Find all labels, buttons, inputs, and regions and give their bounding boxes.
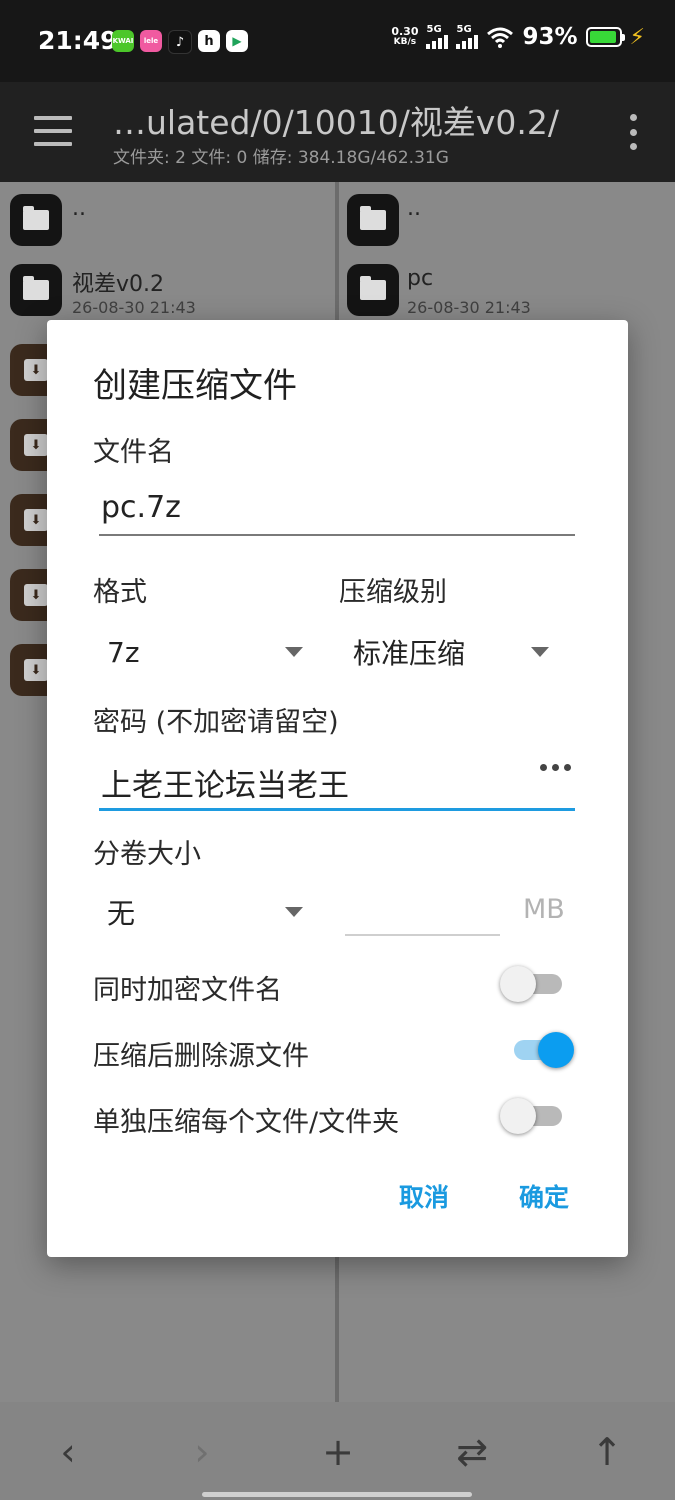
password-label: 密码 (不加密请留空) [93,707,339,738]
delete-source-label: 压缩后删除源文件 [93,1041,309,1072]
separate-archives-label: 单独压缩每个文件/文件夹 [93,1107,400,1138]
dropdown-arrow-icon [285,647,303,657]
signal-icon-2: 5G [456,25,479,49]
dropdown-arrow-icon [531,647,549,657]
list-item[interactable]: .. [0,182,335,252]
volume-size-dropdown[interactable]: 无 [107,886,303,938]
charging-icon: ⚡ [629,24,645,50]
add-button[interactable]: + [308,1424,368,1480]
back-button[interactable]: ‹ [38,1424,98,1480]
compression-level-dropdown[interactable]: 标准压缩 [353,626,549,678]
network-speed: 0.30 KB/s [391,25,419,47]
create-archive-dialog: 创建压缩文件 文件名 格式 压缩级别 7z 标准压缩 密码 (不加密请留空) 上… [47,320,628,1257]
format-label: 格式 [93,577,147,608]
list-item[interactable]: pc 26-08-30 21:43 [339,252,675,322]
format-dropdown[interactable]: 7z [107,626,303,678]
parent-folder-button[interactable]: ↑ [577,1424,637,1480]
home-indicator[interactable] [202,1492,472,1497]
password-input[interactable]: 上老王论坛当老王 [99,752,575,811]
dialog-title: 创建压缩文件 [93,366,297,406]
current-path: …ulated/0/10010/视差v0.2/ [113,103,559,142]
folder-icon [10,194,62,246]
volume-unit-label: MB [523,894,565,925]
list-item[interactable]: .. [339,182,675,252]
cancel-button[interactable]: 取消 [399,1178,449,1214]
notification-app-icons: KWAI lele ♪ h ▶ [112,30,248,54]
pinned-app-icon: h [198,30,220,52]
volume-size-input[interactable] [345,888,500,936]
folder-icon [347,194,399,246]
filename-field-wrapper [99,486,577,536]
password-visibility-icon[interactable] [540,764,571,771]
encrypt-filenames-toggle[interactable] [500,964,566,1004]
folder-icon [10,264,62,316]
battery-percentage: 93% [522,24,578,50]
status-bar: 21:49 KWAI lele ♪ h ▶ 0.30 KB/s 5G 5G 93… [0,0,675,82]
filename-input[interactable] [101,490,577,525]
filename-label: 文件名 [93,437,174,468]
tiktok-app-icon: ♪ [168,30,192,54]
storage-info: 文件夹: 2 文件: 0 储存: 384.18G/462.31G [113,148,449,168]
dropdown-arrow-icon [285,907,303,917]
more-options-icon[interactable] [629,114,637,150]
forward-button[interactable]: › [172,1424,232,1480]
folder-icon [347,264,399,316]
separate-archives-toggle[interactable] [500,1096,566,1136]
delete-source-toggle[interactable] [500,1030,574,1070]
ok-button[interactable]: 确定 [519,1178,569,1214]
signal-icon: 5G [426,25,449,49]
battery-icon [585,27,625,47]
menu-icon[interactable] [34,116,72,146]
status-time: 21:49 [38,26,118,55]
play-app-icon: ▶ [226,30,248,52]
list-item[interactable]: 视差v0.2 26-08-30 21:43 [0,252,335,322]
encrypt-filenames-label: 同时加密文件名 [93,975,282,1006]
status-right-cluster: 0.30 KB/s 5G 5G 93% ⚡ [391,24,645,50]
compression-level-label: 压缩级别 [339,577,447,608]
app-bar: …ulated/0/10010/视差v0.2/ 文件夹: 2 文件: 0 储存:… [0,82,675,182]
bottom-toolbar: ‹ › + ⇄ ↑ [0,1402,675,1500]
volume-size-label: 分卷大小 [93,839,201,870]
swap-panes-button[interactable]: ⇄ [442,1424,502,1480]
wifi-icon [487,27,514,48]
kwai-app-icon: KWAI [112,30,134,52]
lele-app-icon: lele [140,30,162,52]
